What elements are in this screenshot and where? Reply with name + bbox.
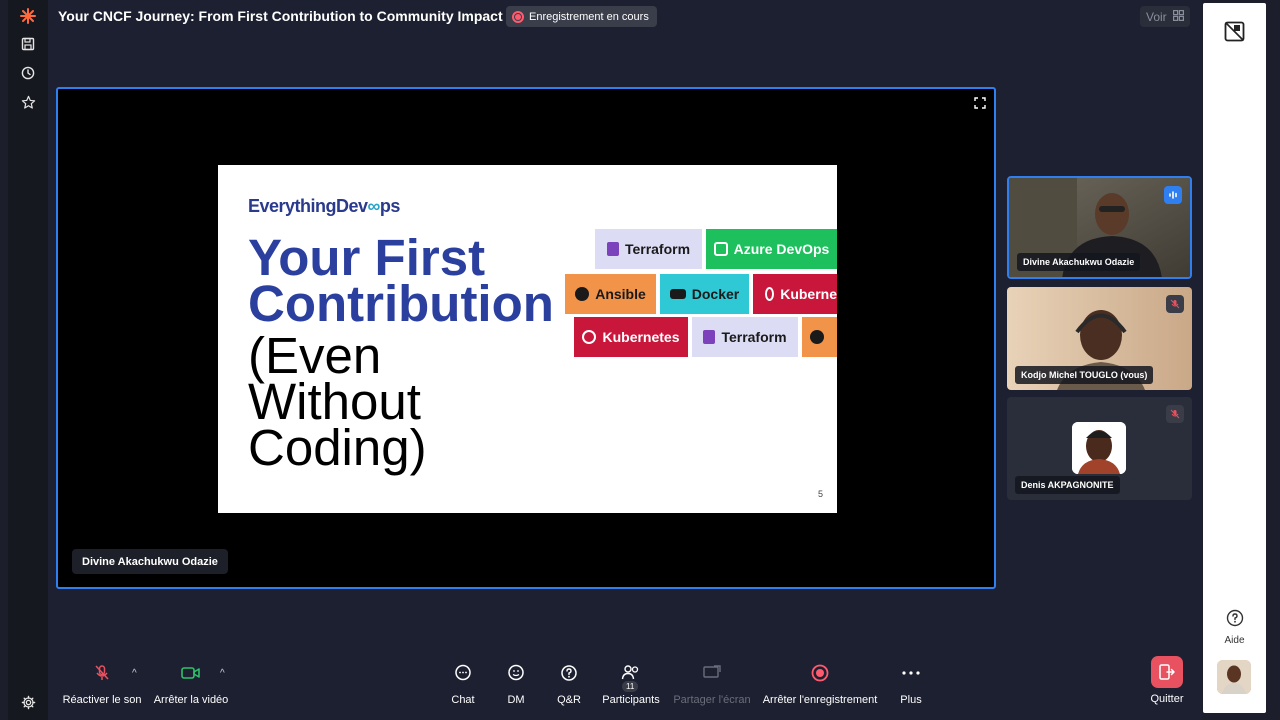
exit-icon [1151,656,1183,688]
panel-toggle-icon[interactable] [1224,21,1245,47]
mic-muted-icon [1166,295,1184,313]
participants-count-badge: 11 [622,681,639,692]
presenter-name-tag: Divine Akachukwu Odazie [72,549,228,574]
help-button[interactable]: Aide [1203,609,1266,646]
chat-button[interactable]: Chat [443,660,483,710]
participant-avatar [1072,422,1126,474]
terraform-icon [703,330,716,344]
dm-label: DM [507,694,525,706]
video-options-chevron-icon[interactable]: ^ [220,668,225,679]
participant-tile[interactable]: Denis AKPAGNONITE [1007,397,1192,500]
kubernetes-icon [582,330,597,344]
meeting-stage: Your CNCF Journey: From First Contributi… [48,0,1202,720]
grid-view-icon [1172,9,1184,24]
dm-button[interactable]: DM [496,660,536,710]
stop-video-label: Arrêter la vidéo [153,694,229,706]
tool-tile-ansible-partial [802,317,837,357]
mic-muted-icon [1166,405,1184,423]
chat-icon [454,660,472,686]
participant-name: Kodjo Michel TOUGLO (vous) [1015,366,1154,384]
settings-icon[interactable] [18,692,38,712]
participant-name: Denis AKPAGNONITE [1015,476,1120,494]
participants-label: Participants [602,694,660,706]
mic-muted-icon [93,660,111,686]
tool-tile-azure-devops: Azure DevOps [706,229,837,269]
share-screen-icon [703,660,721,686]
ansible-icon [809,330,824,344]
tool-tile-ansible: Ansible [565,274,656,314]
dm-icon [507,660,525,686]
devops-loop-icon: ∞ [367,196,381,216]
video-camera-icon [181,660,201,686]
view-label: Voir [1146,9,1167,24]
fullscreen-icon[interactable] [974,97,986,109]
more-label: Plus [900,694,922,706]
unmute-button[interactable]: Réactiver le son [62,660,142,710]
speaking-icon [1164,186,1182,204]
meeting-app: Your CNCF Journey: From First Contributi… [0,0,1280,720]
share-screen-button[interactable]: Partager l'écran [672,660,752,710]
slide-page-number: 5 [817,489,823,499]
audio-options-chevron-icon[interactable]: ^ [132,668,137,679]
tool-tile-kubernetes: Kubernetes [574,317,688,357]
ansible-icon [575,287,590,301]
tool-tile-terraform-2: Terraform [692,317,798,357]
stop-video-button[interactable]: Arrêter la vidéo [153,660,229,710]
chat-label: Chat [451,694,475,706]
app-logo-icon[interactable] [18,6,38,26]
tool-tile-terraform: Terraform [595,229,702,269]
slide-logo: EverythingDev∞ps [248,196,400,216]
slide-title: Your First Contribution [248,229,554,332]
slide-subtitle: (Even Without Coding) [248,327,427,476]
help-label: Aide [1224,635,1245,646]
view-button[interactable]: Voir [1140,6,1190,27]
recording-icon [512,10,524,23]
more-button[interactable]: Plus [891,660,931,710]
question-icon [560,660,578,686]
stop-recording-label: Arrêter l'enregistrement [762,694,878,706]
azure-devops-icon [713,242,728,256]
right-panel: Aide [1203,3,1266,713]
tool-tile-kubernetes-partial: Kuberne [753,274,837,314]
left-rail [8,0,48,720]
qa-button[interactable]: Q&R [549,660,589,710]
unmute-label: Réactiver le son [62,694,142,706]
save-icon[interactable] [18,34,38,54]
stop-recording-button[interactable]: Arrêter l'enregistrement [760,660,880,710]
quit-label: Quitter [1150,693,1184,705]
meeting-title: Your CNCF Journey: From First Contributi… [58,8,503,24]
clock-icon[interactable] [18,63,38,83]
share-screen-label: Partager l'écran [673,694,751,706]
recording-icon [811,660,829,686]
presentation-slide: EverythingDev∞ps Your First Contribution… [218,165,837,513]
recording-badge: Enregistrement en cours [506,6,657,27]
user-avatar[interactable] [1217,660,1251,694]
quit-button[interactable]: Quitter [1144,656,1190,706]
help-icon [1226,609,1244,630]
terraform-icon [606,242,619,256]
participant-name: Divine Akachukwu Odazie [1017,253,1141,271]
participant-tile[interactable]: Kodjo Michel TOUGLO (vous) [1007,287,1192,390]
qa-label: Q&R [557,694,581,706]
kubernetes-icon [765,287,775,301]
docker-icon [669,289,686,299]
recording-label: Enregistrement en cours [529,10,649,23]
screen-share-view[interactable]: EverythingDev∞ps Your First Contribution… [56,87,996,589]
more-dots-icon [901,660,921,686]
participant-tile[interactable]: Divine Akachukwu Odazie [1007,176,1192,279]
tool-tile-docker: Docker [660,274,749,314]
star-icon[interactable] [18,92,38,112]
